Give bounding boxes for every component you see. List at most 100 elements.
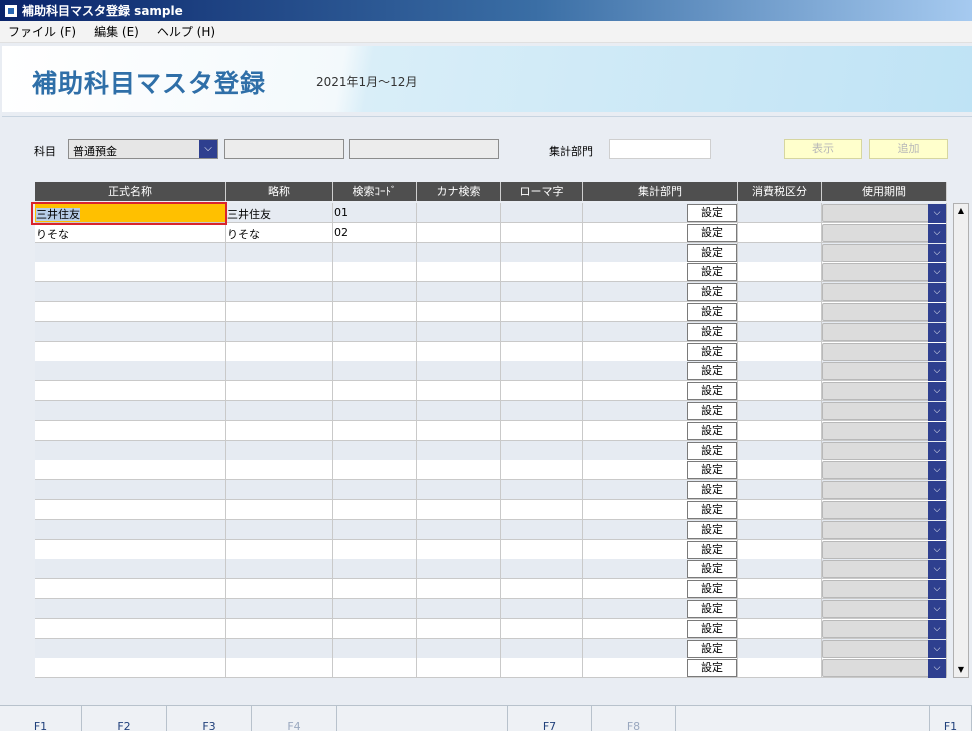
formal-name-cell[interactable] (35, 321, 226, 342)
short-name-cell[interactable] (226, 302, 333, 322)
search-code-cell[interactable] (333, 480, 417, 501)
period-dropdown[interactable]: ⌵ (822, 619, 947, 639)
period-dropdown[interactable]: ⌵ (822, 402, 947, 421)
search-code-cell[interactable] (333, 321, 417, 342)
romaji-cell[interactable] (501, 658, 583, 679)
dept-setting-button[interactable]: 設定 (687, 481, 737, 500)
short-name-cell[interactable] (226, 440, 333, 461)
chevron-down-icon[interactable]: ⌵ (928, 303, 946, 322)
search-code-cell[interactable] (333, 302, 417, 322)
romaji-cell[interactable] (501, 559, 583, 580)
romaji-cell[interactable] (501, 539, 583, 560)
period-dropdown[interactable]: ⌵ (822, 243, 947, 263)
tax-class-cell[interactable] (738, 203, 822, 223)
function-key-f3[interactable]: F3 (167, 706, 252, 731)
tax-class-cell[interactable] (738, 599, 822, 619)
chevron-down-icon[interactable]: ⌵ (928, 520, 946, 540)
formal-name-cell[interactable] (35, 579, 226, 600)
tax-class-cell[interactable] (738, 618, 822, 639)
function-key-f2[interactable]: F2 (82, 706, 167, 731)
search-code-cell[interactable] (333, 519, 417, 540)
search-code-cell[interactable] (333, 401, 417, 421)
kana-cell[interactable] (417, 440, 501, 461)
period-dropdown[interactable]: ⌵ (822, 659, 947, 679)
chevron-down-icon[interactable]: ⌵ (928, 382, 946, 402)
function-key-f4[interactable]: F4 (252, 706, 337, 731)
kana-cell[interactable] (417, 381, 501, 402)
kana-cell[interactable] (417, 203, 501, 223)
function-key-f8[interactable]: F8 (592, 706, 676, 731)
short-name-cell[interactable] (226, 321, 333, 342)
dept-setting-button[interactable]: 設定 (687, 600, 737, 618)
search-code-cell[interactable]: 02 (333, 222, 417, 243)
scroll-up-icon[interactable]: ▲ (954, 204, 968, 218)
short-name-cell[interactable] (226, 559, 333, 580)
dept-setting-button[interactable]: 設定 (687, 342, 737, 361)
tax-class-cell[interactable] (738, 460, 822, 481)
kana-cell[interactable] (417, 638, 501, 659)
vertical-scrollbar[interactable]: ▲ ▼ (953, 203, 969, 678)
period-dropdown[interactable]: ⌵ (822, 421, 947, 441)
scroll-down-icon[interactable]: ▼ (954, 663, 968, 677)
tax-class-cell[interactable] (738, 302, 822, 322)
tax-class-cell[interactable] (738, 480, 822, 501)
kana-cell[interactable] (417, 282, 501, 303)
kana-cell[interactable] (417, 480, 501, 501)
kana-cell[interactable] (417, 579, 501, 600)
period-dropdown[interactable]: ⌵ (822, 600, 947, 619)
short-name-cell[interactable] (226, 599, 333, 619)
dept-setting-button[interactable]: 設定 (687, 243, 737, 262)
dept-setting-button[interactable]: 設定 (687, 520, 737, 539)
search-code-cell[interactable] (333, 282, 417, 303)
formal-name-cell[interactable] (35, 539, 226, 560)
short-name-cell[interactable] (226, 242, 333, 263)
tax-class-cell[interactable] (738, 579, 822, 600)
search-code-cell[interactable] (333, 242, 417, 263)
chevron-down-icon[interactable]: ⌵ (928, 204, 946, 223)
formal-name-cell[interactable] (35, 500, 226, 520)
tax-class-cell[interactable] (738, 321, 822, 342)
menu-file[interactable]: ファイル (F) (8, 23, 76, 40)
dept-setting-button[interactable]: 設定 (687, 362, 737, 381)
add-button[interactable]: 追加 (869, 139, 948, 159)
dept-setting-button[interactable]: 設定 (687, 421, 737, 440)
period-dropdown[interactable]: ⌵ (822, 223, 947, 243)
kana-cell[interactable] (417, 658, 501, 679)
formal-name-cell[interactable] (35, 658, 226, 679)
search-code-cell[interactable] (333, 420, 417, 441)
search-code-cell[interactable] (333, 381, 417, 402)
search-code-cell[interactable] (333, 579, 417, 600)
tax-class-cell[interactable] (738, 420, 822, 441)
dept-setting-button[interactable]: 設定 (687, 659, 737, 678)
search-code-cell[interactable] (333, 658, 417, 679)
kana-cell[interactable] (417, 302, 501, 322)
formal-name-cell[interactable] (35, 519, 226, 540)
dept-setting-button[interactable]: 設定 (687, 223, 737, 242)
romaji-cell[interactable] (501, 222, 583, 243)
search-code-cell[interactable] (333, 361, 417, 382)
kana-cell[interactable] (417, 341, 501, 362)
tax-class-cell[interactable] (738, 222, 822, 243)
romaji-cell[interactable] (501, 341, 583, 362)
search-code-cell[interactable] (333, 599, 417, 619)
formal-name-cell[interactable] (35, 262, 226, 283)
tax-class-cell[interactable] (738, 381, 822, 402)
short-name-cell[interactable]: りそな (226, 222, 333, 243)
tax-class-cell[interactable] (738, 519, 822, 540)
romaji-cell[interactable] (501, 381, 583, 402)
short-name-cell[interactable] (226, 282, 333, 303)
romaji-cell[interactable] (501, 302, 583, 322)
chevron-down-icon[interactable]: ⌵ (928, 243, 946, 263)
period-dropdown[interactable]: ⌵ (822, 382, 947, 402)
romaji-cell[interactable] (501, 401, 583, 421)
romaji-cell[interactable] (501, 420, 583, 441)
account-select[interactable]: 普通預金 ⌵ (68, 139, 218, 159)
dept-setting-button[interactable]: 設定 (687, 382, 737, 401)
formal-name-cell[interactable] (35, 599, 226, 619)
kana-cell[interactable] (417, 242, 501, 263)
kana-cell[interactable] (417, 519, 501, 540)
chevron-down-icon[interactable]: ⌵ (928, 402, 946, 421)
short-name-cell[interactable] (226, 262, 333, 283)
formal-name-cell[interactable] (35, 559, 226, 580)
kana-cell[interactable] (417, 222, 501, 243)
